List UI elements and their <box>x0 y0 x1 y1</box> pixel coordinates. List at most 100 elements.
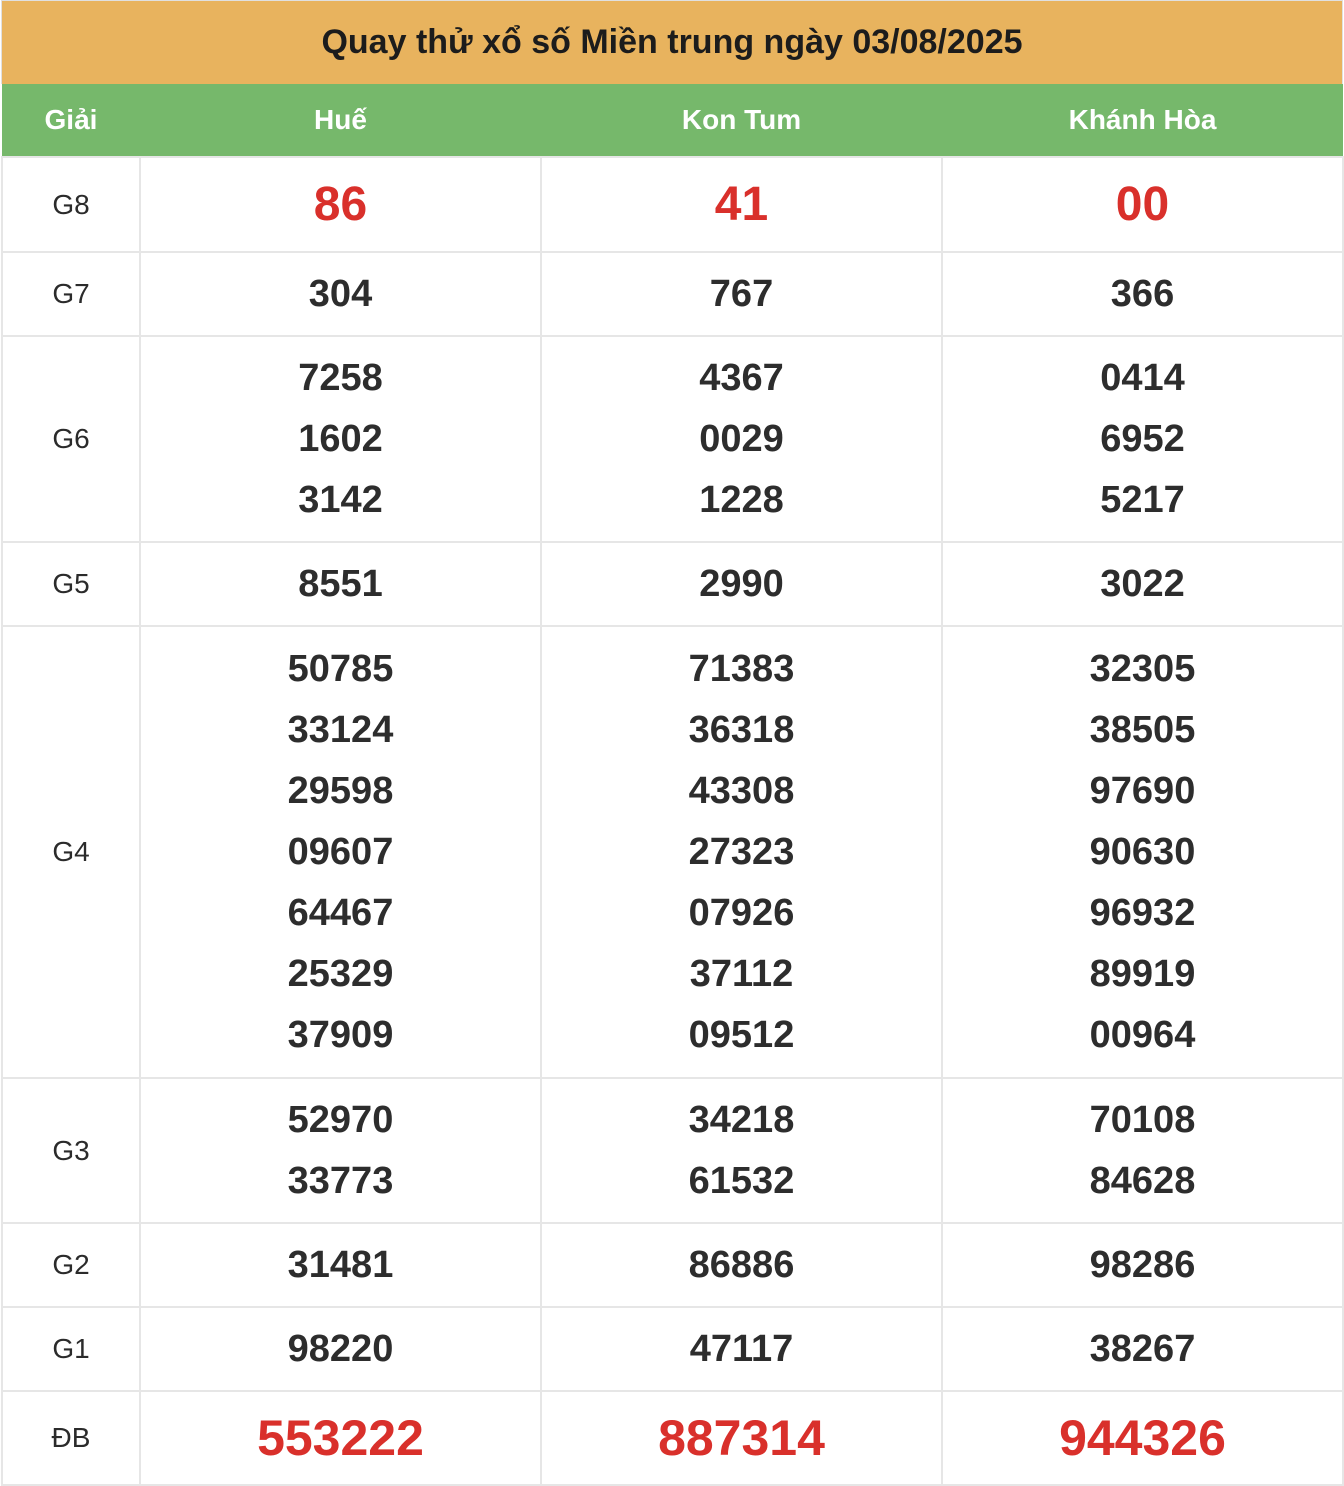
result-number: 6952 <box>1100 417 1185 460</box>
result-cell-khanh-hoa: 70108 84628 <box>941 1077 1344 1224</box>
table-body: G8 86 41 00 G7 304 767 366 G6 7258 1602 3142 4367 002… <box>1 156 1344 1486</box>
prize-label: G4 <box>1 625 141 1079</box>
header-province-kon-tum: Kon Tum <box>541 84 942 157</box>
result-cell-kon-tum: 887314 <box>540 1390 943 1486</box>
result-cell-kon-tum: 34218 61532 <box>540 1077 943 1224</box>
result-number: 00 <box>1115 177 1170 231</box>
result-number: 32305 <box>1089 647 1196 690</box>
special-prize-number: 944326 <box>1059 1410 1226 1466</box>
result-number: 71383 <box>688 647 795 690</box>
result-cell-khanh-hoa: 3022 <box>941 541 1344 627</box>
result-number: 41 <box>714 177 769 231</box>
prize-row-special: ĐB 553222 887314 944326 <box>1 1390 1344 1486</box>
result-number: 00964 <box>1089 1013 1196 1056</box>
prize-label: G5 <box>1 541 141 627</box>
result-number: 7258 <box>298 356 383 399</box>
prize-row-g6: G6 7258 1602 3142 4367 0029 1228 0414 6952 5217 <box>1 335 1344 543</box>
result-cell-khanh-hoa: 32305 38505 97690 90630 96932 89919 00964 <box>941 625 1344 1079</box>
result-cell-kon-tum: 767 <box>540 251 943 337</box>
result-cell-hue: 7258 1602 3142 <box>139 335 542 543</box>
prize-row-g8: G8 86 41 00 <box>1 156 1344 253</box>
prize-label: G3 <box>1 1077 141 1224</box>
result-cell-kon-tum: 71383 36318 43308 27323 07926 37112 09512 <box>540 625 943 1079</box>
page-title: Quay thử xổ số Miền trung ngày 03/08/202… <box>321 23 1023 61</box>
result-number: 89919 <box>1089 952 1196 995</box>
result-cell-hue: 86 <box>139 156 542 253</box>
result-cell-khanh-hoa: 0414 6952 5217 <box>941 335 1344 543</box>
result-number: 09512 <box>688 1013 795 1056</box>
result-number: 47117 <box>689 1327 794 1370</box>
result-number: 3142 <box>298 478 383 521</box>
special-prize-number: 553222 <box>257 1410 424 1466</box>
prize-row-g4: G4 50785 33124 29598 09607 64467 25329 37909 713… <box>1 625 1344 1079</box>
result-cell-hue: 52970 33773 <box>139 1077 542 1224</box>
result-number: 96932 <box>1089 891 1196 934</box>
result-number: 38505 <box>1089 708 1196 751</box>
result-cell-kon-tum: 41 <box>540 156 943 253</box>
result-number: 98220 <box>287 1327 394 1370</box>
result-number: 84628 <box>1089 1159 1196 1202</box>
prize-label: G1 <box>1 1306 141 1392</box>
result-number: 767 <box>709 272 774 315</box>
lottery-results-widget: Quay thử xổ số Miền trung ngày 03/08/202… <box>1 0 1344 1486</box>
result-number: 37112 <box>689 952 794 995</box>
header-prize: Giải <box>2 84 140 157</box>
result-cell-hue: 304 <box>139 251 542 337</box>
result-number: 70108 <box>1089 1098 1196 1141</box>
result-cell-hue: 31481 <box>139 1222 542 1308</box>
result-cell-kon-tum: 4367 0029 1228 <box>540 335 943 543</box>
header-row: Giải Huế Kon Tum Khánh Hòa <box>2 84 1343 157</box>
prize-label: G8 <box>1 156 141 253</box>
result-cell-kon-tum: 47117 <box>540 1306 943 1392</box>
result-number: 8551 <box>298 562 383 605</box>
result-number: 33773 <box>287 1159 394 1202</box>
result-number: 366 <box>1110 272 1175 315</box>
result-number: 36318 <box>688 708 795 751</box>
result-number: 4367 <box>699 356 784 399</box>
result-number: 29598 <box>287 769 394 812</box>
result-number: 86886 <box>688 1243 795 1286</box>
header-province-khanh-hoa: Khánh Hòa <box>942 84 1343 157</box>
result-number: 34218 <box>688 1098 795 1141</box>
result-number: 1228 <box>699 478 784 521</box>
result-number: 64467 <box>287 891 394 934</box>
result-number: 5217 <box>1100 478 1185 521</box>
prize-label: ĐB <box>1 1390 141 1486</box>
result-cell-khanh-hoa: 98286 <box>941 1222 1344 1308</box>
result-number: 27323 <box>688 830 795 873</box>
result-number: 38267 <box>1089 1327 1196 1370</box>
result-number: 1602 <box>298 417 383 460</box>
result-cell-khanh-hoa: 944326 <box>941 1390 1344 1486</box>
prize-row-g7: G7 304 767 366 <box>1 251 1344 337</box>
prize-label: G7 <box>1 251 141 337</box>
result-cell-kon-tum: 86886 <box>540 1222 943 1308</box>
result-number: 97690 <box>1089 769 1196 812</box>
table-header: Giải Huế Kon Tum Khánh Hòa <box>2 84 1343 157</box>
result-number: 90630 <box>1089 830 1196 873</box>
prize-label: G6 <box>1 335 141 543</box>
result-number: 07926 <box>688 891 795 934</box>
prize-row-g5: G5 8551 2990 3022 <box>1 541 1344 627</box>
prize-row-g3: G3 52970 33773 34218 61532 70108 84628 <box>1 1077 1344 1224</box>
prize-row-g1: G1 98220 47117 38267 <box>1 1306 1344 1392</box>
result-cell-hue: 50785 33124 29598 09607 64467 25329 37909 <box>139 625 542 1079</box>
result-cell-hue: 553222 <box>139 1390 542 1486</box>
header-province-hue: Huế <box>140 84 541 157</box>
result-number: 3022 <box>1100 562 1185 605</box>
result-number: 61532 <box>688 1159 795 1202</box>
result-number: 304 <box>308 272 373 315</box>
result-cell-khanh-hoa: 38267 <box>941 1306 1344 1392</box>
prize-label: G2 <box>1 1222 141 1308</box>
result-number: 09607 <box>287 830 394 873</box>
result-number: 25329 <box>287 952 394 995</box>
result-number: 2990 <box>699 562 784 605</box>
result-cell-hue: 98220 <box>139 1306 542 1392</box>
result-number: 31481 <box>287 1243 394 1286</box>
result-number: 98286 <box>1089 1243 1196 1286</box>
result-cell-khanh-hoa: 366 <box>941 251 1344 337</box>
result-cell-hue: 8551 <box>139 541 542 627</box>
result-number: 0029 <box>699 417 784 460</box>
prize-row-g2: G2 31481 86886 98286 <box>1 1222 1344 1308</box>
result-number: 37909 <box>287 1013 394 1056</box>
result-number: 0414 <box>1100 356 1185 399</box>
